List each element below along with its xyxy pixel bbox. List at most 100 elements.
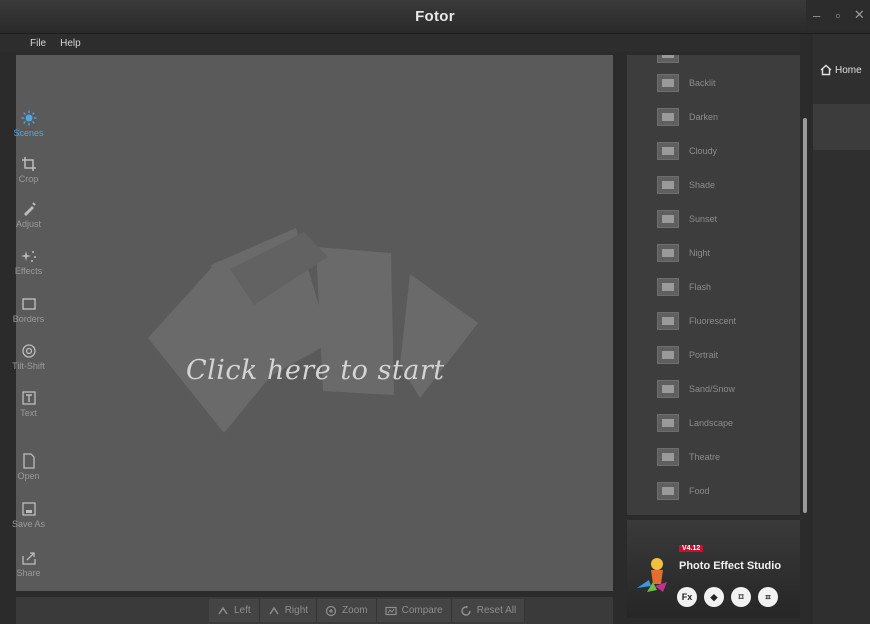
rotate-right-label: Right	[284, 605, 309, 616]
scene-label: Darken	[689, 112, 719, 122]
title-bar: Fotor – ▫ ✕	[0, 0, 870, 34]
scene-thumbnail	[657, 55, 679, 63]
minimize-button[interactable]: –	[808, 8, 826, 23]
nav-adjust[interactable]: Adjust	[0, 201, 57, 229]
rotate-left-label: Left	[234, 605, 251, 616]
scene-thumbnail	[657, 108, 679, 126]
promo-icons: Fx ◆ ⌑ ⌗	[677, 587, 778, 607]
scene-item[interactable]: Backlit	[657, 74, 716, 92]
diamond-icon[interactable]: ◆	[704, 587, 724, 607]
scene-item[interactable]: Shade	[657, 176, 715, 194]
scene-label: Food	[689, 486, 710, 496]
pencil-icon	[23, 202, 36, 216]
scene-item[interactable]: Landscape	[657, 414, 733, 432]
nav-text-label: Text	[20, 408, 37, 418]
start-prompt[interactable]: Click here to start	[16, 355, 613, 386]
document-icon	[22, 453, 35, 469]
nav-scenes-label: Scenes	[13, 128, 44, 138]
canvas-area[interactable]: Click here to start	[16, 55, 613, 591]
nav-effects[interactable]: Effects	[0, 248, 57, 276]
compare-label: Compare	[401, 605, 443, 616]
bottom-toolbar: Left Right Zoom Compare Reset All	[16, 597, 613, 624]
scene-label: Sand/Snow	[689, 384, 736, 394]
scene-label: Shade	[689, 180, 716, 190]
menu-file[interactable]: File	[30, 38, 46, 49]
nav-adjust-label: Adjust	[15, 219, 41, 229]
scene-label: Portrait	[689, 350, 719, 360]
scene-label: Night	[689, 248, 711, 258]
compare-button[interactable]: Compare	[376, 599, 452, 622]
scene-item[interactable]: Sand/Snow	[657, 380, 735, 398]
nav-share[interactable]: Share	[0, 550, 57, 578]
scene-thumbnail	[657, 176, 679, 194]
nav-open-label: Open	[17, 471, 40, 481]
nav-scenes[interactable]: Scenes	[0, 110, 57, 138]
save-icon	[21, 502, 36, 516]
nav-save-as[interactable]: Save As	[0, 501, 57, 529]
scene-thumbnail	[657, 278, 679, 296]
reset-all-button[interactable]: Reset All	[451, 599, 526, 622]
zoom-button[interactable]: Zoom	[317, 599, 377, 622]
scene-item[interactable]: Fluorescent	[657, 312, 736, 330]
scene-item[interactable]: Food	[657, 482, 710, 500]
photo-stack-icon	[148, 228, 478, 433]
scene-label: Theatre	[689, 452, 721, 462]
version-badge: V4.12	[679, 545, 704, 552]
rotate-left-icon	[218, 606, 228, 614]
nav-open[interactable]: Open	[0, 453, 57, 481]
sun-icon	[21, 110, 36, 126]
nav-home-label: Home	[835, 64, 862, 76]
rotate-right-button[interactable]: Right	[259, 599, 318, 622]
share-icon	[21, 552, 36, 565]
scene-label: Fluorescent	[689, 316, 737, 326]
scene-item[interactable]: Sunset	[657, 210, 717, 228]
scene-item[interactable]: Cloudy	[657, 142, 717, 160]
scene-label: Backlit	[689, 78, 716, 88]
scene-item[interactable]: Theatre	[657, 448, 720, 466]
scene-thumbnail	[657, 142, 679, 160]
crop-icon	[21, 157, 36, 171]
promo-banner[interactable]: V4.12 Photo Effect Studio Fx ◆ ⌑ ⌗	[626, 520, 800, 618]
window-controls: – ▫ ✕	[806, 0, 870, 30]
scene-item[interactable]: Portrait	[657, 346, 718, 364]
nav-share-label: Share	[16, 568, 41, 578]
nav-effects-label: Effects	[14, 266, 43, 276]
nav-borders[interactable]: Borders	[0, 296, 57, 324]
fx-icon[interactable]: Fx	[677, 587, 697, 607]
crop-icon[interactable]: ⌗	[758, 587, 778, 607]
scene-thumbnail	[657, 244, 679, 262]
scene-thumbnail	[657, 312, 679, 330]
scene-item[interactable]: Darken	[657, 108, 718, 126]
zoom-label: Zoom	[342, 605, 368, 616]
scene-label: Cloudy	[689, 146, 718, 156]
scene-item[interactable]: Night	[657, 244, 710, 262]
tilt-shift-icon	[21, 344, 36, 358]
scene-thumbnail	[657, 482, 679, 500]
app-title: Fotor	[415, 8, 455, 25]
nav-tilt-shift-label: Tilt-Shift	[12, 361, 45, 371]
nav-home[interactable]: Home	[820, 64, 862, 76]
compare-icon	[385, 606, 397, 615]
scenes-scrollbar[interactable]	[803, 118, 807, 513]
scene-thumbnail	[657, 448, 679, 466]
scene-item[interactable]: Flash	[657, 278, 711, 296]
reset-all-label: Reset All	[476, 605, 517, 616]
rotate-right-icon	[269, 606, 279, 614]
scene-thumbnail	[657, 210, 679, 228]
scene-label: Flash	[689, 282, 712, 292]
menu-help[interactable]: Help	[60, 38, 81, 49]
close-button[interactable]: ✕	[850, 7, 868, 23]
frame-icon[interactable]: ⌑	[731, 587, 751, 607]
scene-thumbnail	[657, 414, 679, 432]
active-nav-highlight	[813, 104, 870, 150]
scene-thumbnail	[657, 380, 679, 398]
nav-tilt-shift[interactable]: Tilt-Shift	[0, 343, 57, 371]
rotate-left-button[interactable]: Left	[209, 599, 260, 622]
nav-text[interactable]: Text	[0, 390, 57, 418]
border-frame-icon	[21, 298, 36, 310]
maximize-button[interactable]: ▫	[829, 8, 847, 23]
menu-bar: File Help	[0, 34, 800, 52]
nav-crop[interactable]: Crop	[0, 156, 57, 184]
scenes-panel: Backlit Darken Cloudy Shade Sunset Night Flash…	[626, 55, 800, 515]
sparkle-icon	[20, 251, 36, 262]
